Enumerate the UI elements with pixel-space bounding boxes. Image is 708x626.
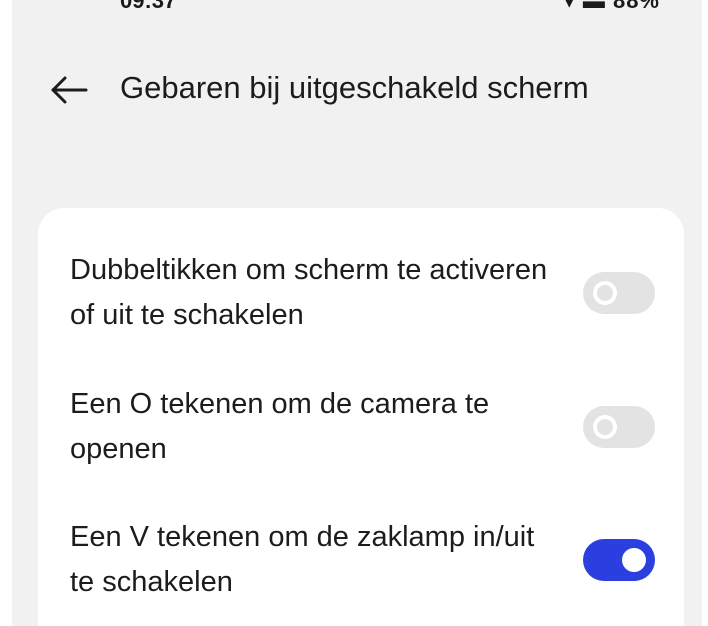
toggle-knob [593,415,617,439]
app-header: Gebaren bij uitgeschakeld scherm [12,58,702,122]
setting-label-draw-o: Een O tekenen om de camera te openen [70,388,490,465]
page-title: Gebaren bij uitgeschakeld scherm [120,70,589,105]
setting-row-draw-o[interactable]: Een O tekenen om de camera te openen [38,382,684,502]
status-icons: ▾ ▬ 88% [563,0,660,13]
toggle-knob [622,548,646,572]
setting-row-double-tap[interactable]: Dubbeltikken om scherm te activeren of u… [38,248,684,368]
toggle-knob [593,281,617,305]
arrow-left-icon [51,76,88,104]
phone-screen: 09:37 ▾ ▬ 88% Gebaren bij uitgeschakeld … [12,0,702,626]
draw-v-flashlight-toggle[interactable] [583,539,655,581]
draw-o-camera-toggle[interactable] [583,406,655,448]
setting-label-double-tap: Dubbeltikken om scherm te activeren of u… [70,254,548,331]
back-button[interactable] [50,72,90,108]
setting-row-draw-v[interactable]: Een V tekenen om de zaklamp in/uit te sc… [38,515,684,626]
status-bar: 09:37 ▾ ▬ 88% [12,0,702,13]
settings-card: Dubbeltikken om scherm te activeren of u… [38,208,684,626]
double-tap-toggle[interactable] [583,272,655,314]
status-time: 09:37 [120,0,177,13]
setting-label-draw-v: Een V tekenen om de zaklamp in/uit te sc… [70,521,535,598]
